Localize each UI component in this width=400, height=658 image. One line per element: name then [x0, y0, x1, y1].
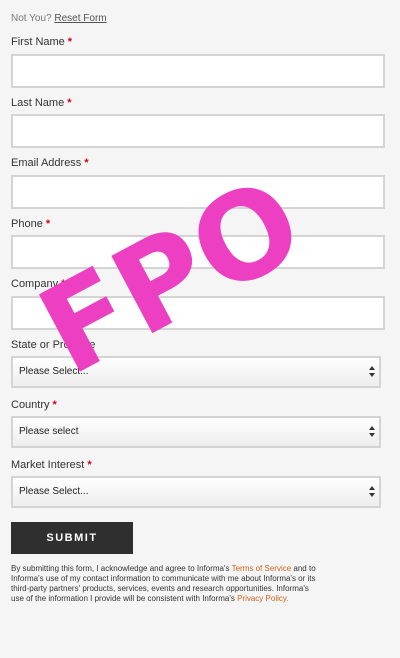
email-input[interactable]: [11, 175, 385, 209]
last-name-input[interactable]: [11, 114, 385, 148]
required-marker: *: [87, 459, 92, 471]
country-select-value: Please select: [19, 426, 79, 437]
required-marker: *: [67, 97, 72, 109]
company-input[interactable]: [11, 296, 385, 330]
first-name-label-text: First Name: [11, 36, 65, 48]
market-interest-label: Market Interest *: [11, 459, 92, 471]
company-label-text: Company: [11, 278, 59, 290]
email-label-text: Email Address: [11, 157, 82, 169]
phone-label: Phone *: [11, 218, 50, 230]
phone-label-text: Phone: [11, 218, 43, 230]
state-select[interactable]: Please Select...: [11, 356, 381, 388]
country-label-text: Country: [11, 399, 50, 411]
last-name-label: Last Name *: [11, 97, 71, 109]
disclaimer-text-1: By submitting this form, I acknowledge a…: [11, 564, 232, 573]
reset-form-link[interactable]: Reset Form: [54, 13, 106, 24]
submit-button[interactable]: SUBMIT: [11, 522, 133, 554]
required-marker: *: [84, 157, 89, 169]
country-select[interactable]: Please select: [11, 416, 381, 448]
state-label-text: State or Province: [11, 339, 96, 351]
required-marker: *: [67, 36, 73, 48]
select-arrows-icon: [369, 425, 375, 439]
phone-input[interactable]: [11, 235, 385, 269]
consent-disclaimer: By submitting this form, I acknowledge a…: [11, 564, 319, 604]
market-interest-select[interactable]: Please Select...: [11, 476, 381, 508]
select-arrows-icon: [369, 485, 375, 499]
email-label: Email Address *: [11, 157, 89, 169]
terms-of-service-link[interactable]: Terms of Service: [232, 564, 292, 573]
country-label: Country *: [11, 399, 57, 411]
first-name-label: First Name *: [11, 36, 72, 48]
privacy-policy-link[interactable]: Privacy Policy.: [237, 594, 288, 603]
first-name-input[interactable]: [11, 54, 385, 88]
required-marker: *: [61, 278, 66, 290]
state-label: State or Province: [11, 339, 95, 351]
state-select-value: Please Select...: [19, 366, 89, 377]
required-marker: *: [52, 399, 57, 411]
not-you-line: Not You? Reset Form: [11, 13, 107, 24]
market-interest-select-value: Please Select...: [19, 486, 89, 497]
required-marker: *: [45, 218, 51, 230]
select-arrows-icon: [369, 365, 375, 379]
last-name-label-text: Last Name: [11, 97, 65, 109]
market-interest-label-text: Market Interest: [11, 459, 85, 471]
company-label: Company *: [11, 278, 65, 290]
not-you-text: Not You?: [11, 13, 52, 24]
